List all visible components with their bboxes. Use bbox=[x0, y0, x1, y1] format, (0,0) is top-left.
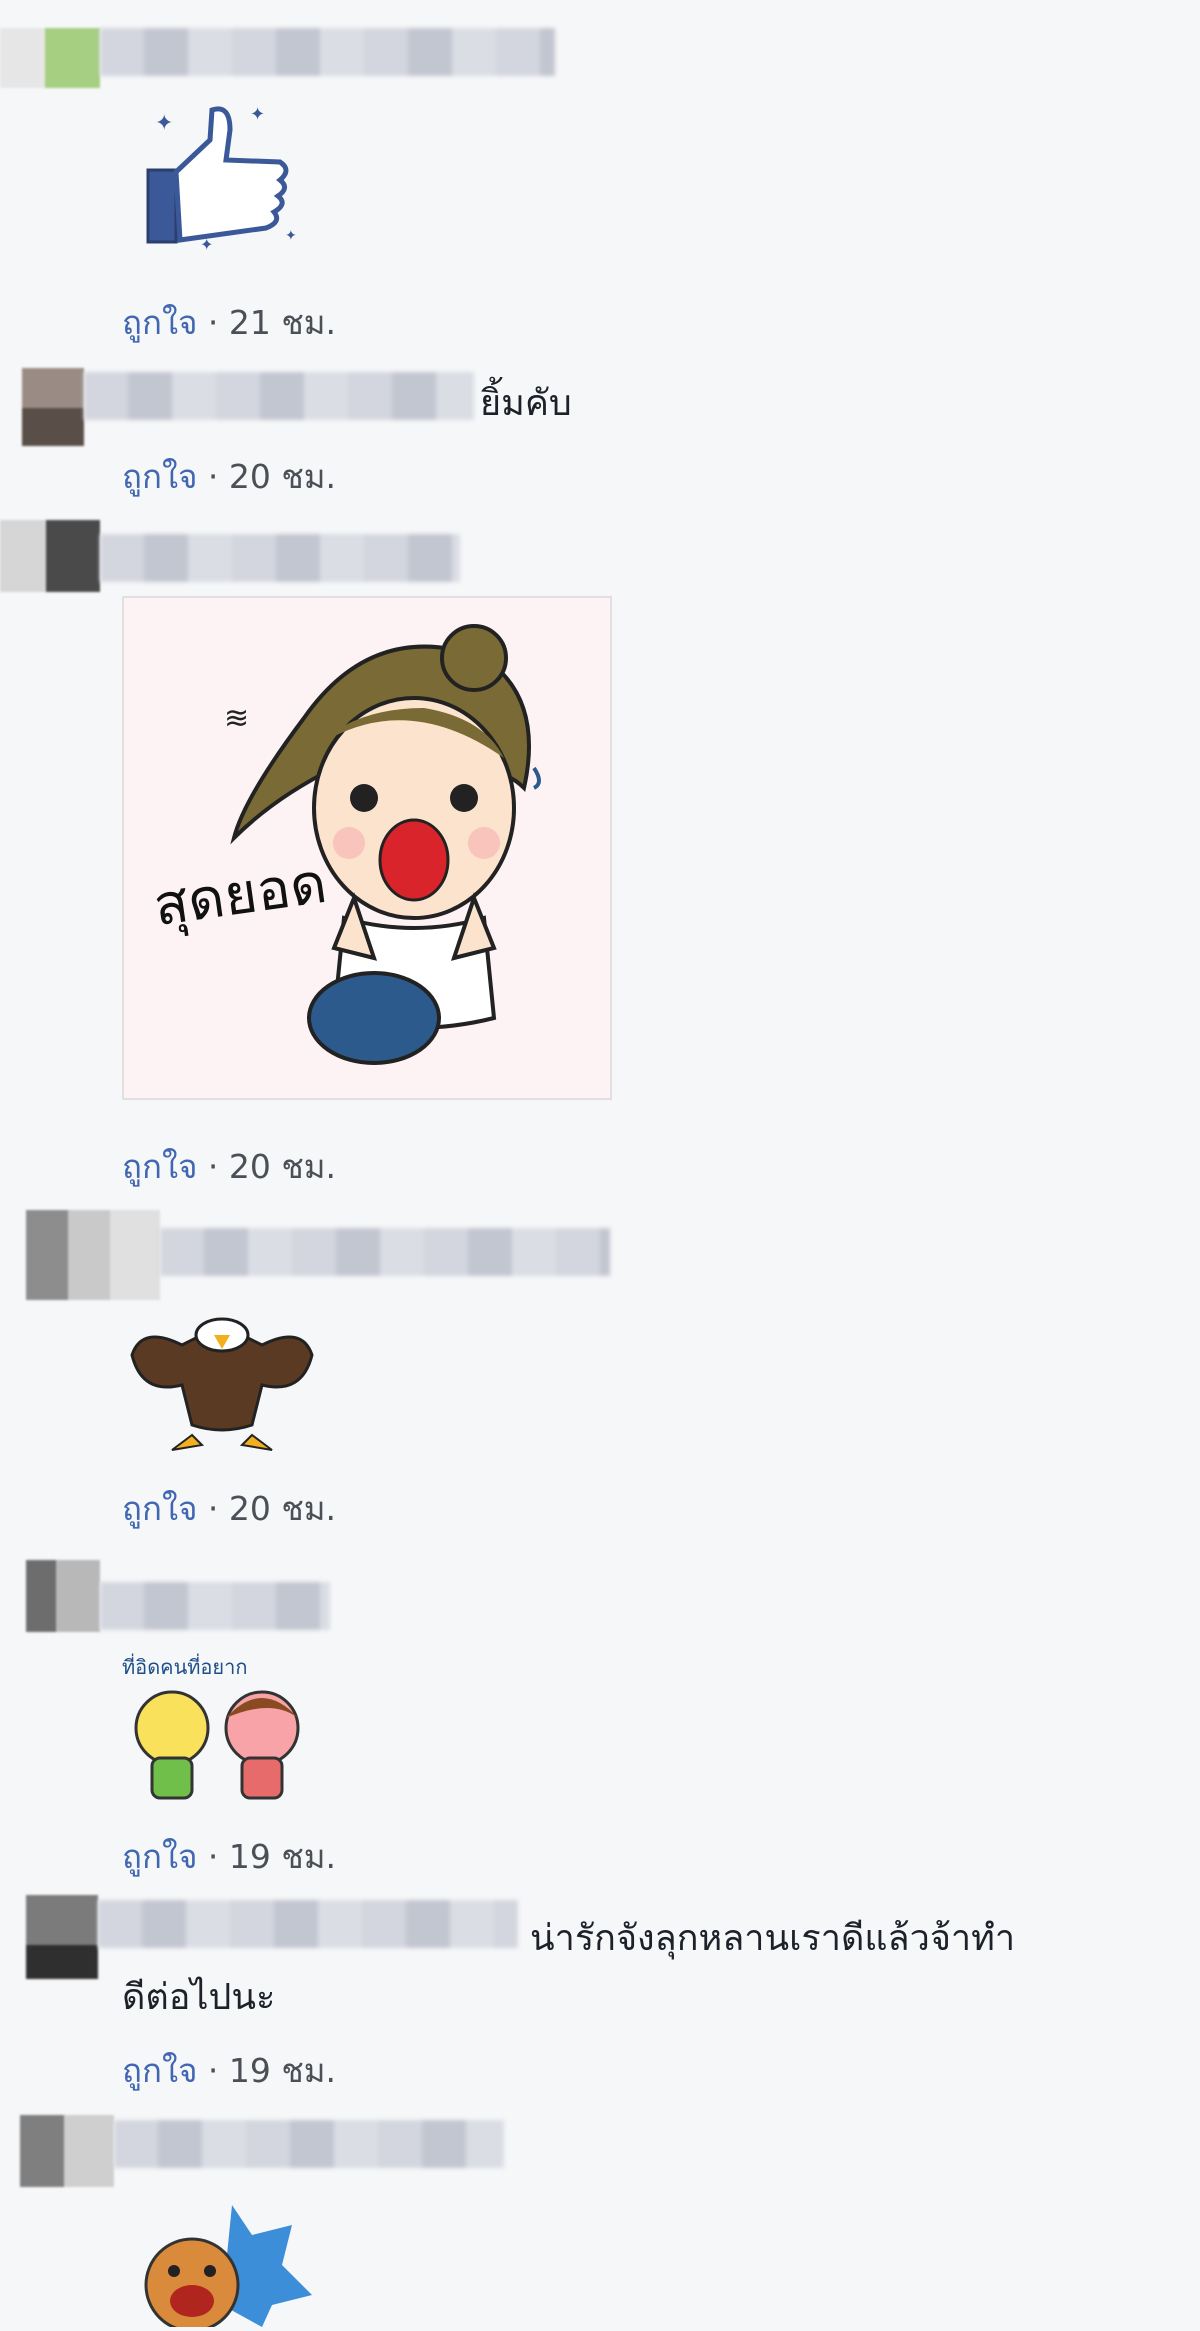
like-link[interactable]: ถูกใจ bbox=[122, 2051, 197, 2090]
avatar[interactable] bbox=[0, 520, 100, 592]
like-link[interactable]: ถูกใจ bbox=[122, 1147, 197, 1186]
sticker-caption: ที่อิดคนที่อยาก bbox=[122, 1653, 248, 1679]
timestamp[interactable]: · 21 ชม. bbox=[208, 303, 336, 342]
thumbs-up-icon: ✦ ✦ ✦ ✦ bbox=[146, 104, 297, 254]
timestamp[interactable]: · 19 ชม. bbox=[208, 2051, 336, 2090]
svg-text:✦: ✦ bbox=[200, 235, 213, 254]
avatar[interactable] bbox=[26, 1895, 98, 1979]
timestamp[interactable]: · 20 ชม. bbox=[208, 457, 336, 496]
avatar[interactable] bbox=[26, 1560, 100, 1632]
comment-text: ยิ้มคับ bbox=[480, 383, 572, 424]
comment-text-line2: ดีต่อไปนะ bbox=[122, 1977, 276, 2018]
commenter-name[interactable] bbox=[98, 1900, 518, 1948]
like-link[interactable]: ถูกใจ bbox=[122, 1837, 197, 1876]
commenter-name[interactable] bbox=[100, 534, 460, 582]
eagle-flexing-sticker bbox=[122, 1305, 322, 1455]
comment-text: น่ารักจังลุกหลานเราดีแล้วจ้าทำ bbox=[530, 1918, 1016, 1959]
svg-text:✦: ✦ bbox=[285, 228, 297, 244]
comment-meta: ถูกใจ · 20 ชม. bbox=[122, 450, 336, 503]
two-kids-sticker: ที่อิดคนที่อยาก bbox=[122, 1638, 322, 1818]
comment-meta: ถูกใจ · 20 ชม. bbox=[122, 1482, 336, 1535]
like-link[interactable]: ถูกใจ bbox=[122, 1489, 197, 1528]
svg-text:≋: ≋ bbox=[224, 701, 249, 736]
like-link[interactable]: ถูกใจ bbox=[122, 457, 197, 496]
commenter-name[interactable] bbox=[100, 1582, 330, 1630]
timestamp[interactable]: · 20 ชม. bbox=[208, 1489, 336, 1528]
svg-text:✦: ✦ bbox=[155, 111, 173, 136]
commenter-name[interactable] bbox=[100, 28, 555, 76]
avatar[interactable] bbox=[0, 28, 100, 88]
comment-meta: ถูกใจ · 20 ชม. bbox=[122, 1140, 336, 1193]
thumbs-up-sticker: ✦ ✦ ✦ ✦ bbox=[140, 100, 300, 260]
girl-thumbs-up-sticker: ≋ สุดยอด bbox=[122, 596, 612, 1100]
comment-meta: ถูกใจ · 19 ชม. bbox=[122, 1830, 336, 1883]
avatar[interactable] bbox=[22, 368, 84, 446]
comment-meta: ถูกใจ · 19 ชม. bbox=[122, 2044, 336, 2097]
avatar[interactable] bbox=[26, 1210, 160, 1300]
commenter-name[interactable] bbox=[84, 372, 474, 420]
like-link[interactable]: ถูกใจ bbox=[122, 303, 197, 342]
dog-star-sticker bbox=[122, 2195, 322, 2331]
commenter-name[interactable] bbox=[160, 1228, 610, 1276]
comment-meta: ถูกใจ · 21 ชม. bbox=[122, 296, 336, 349]
commenter-name[interactable] bbox=[114, 2120, 504, 2168]
sticker-caption: สุดยอด bbox=[150, 851, 331, 940]
timestamp[interactable]: · 19 ชม. bbox=[208, 1837, 336, 1876]
avatar[interactable] bbox=[20, 2115, 114, 2187]
svg-text:✦: ✦ bbox=[250, 104, 265, 125]
timestamp[interactable]: · 20 ชม. bbox=[208, 1147, 336, 1186]
